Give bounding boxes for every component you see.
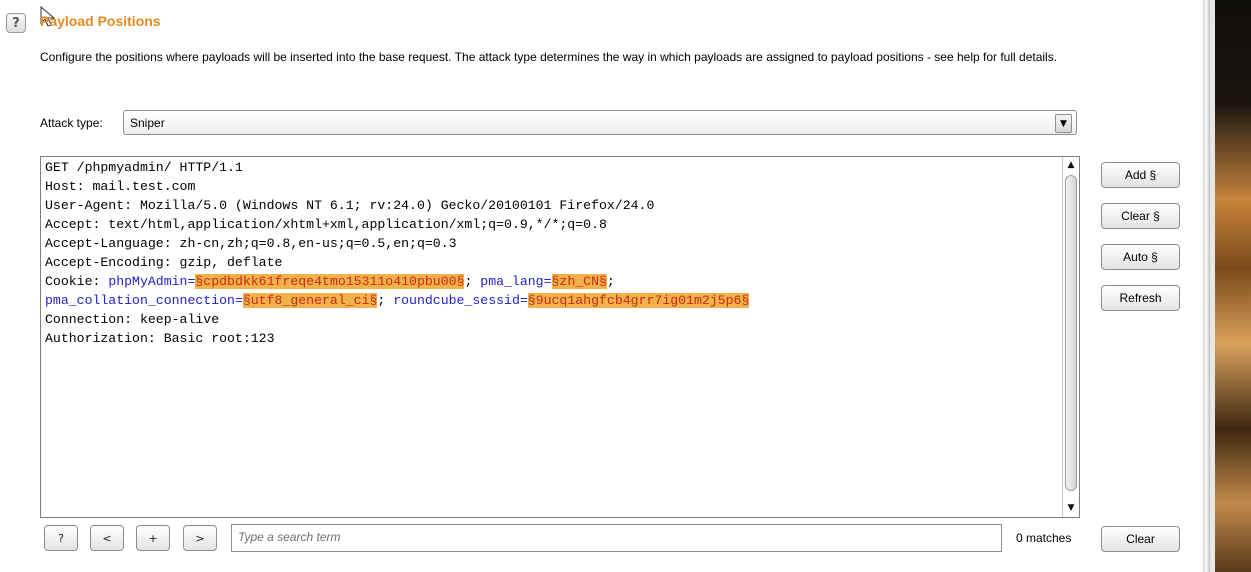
auto-markers-button[interactable]: Auto § <box>1101 244 1180 270</box>
accept-header: Accept: text/html,application/xhtml+xml,… <box>45 217 607 232</box>
connection-header: Connection: keep-alive <box>45 312 220 327</box>
search-next-button[interactable]: > <box>183 525 217 551</box>
search-add-button[interactable]: + <box>136 525 170 551</box>
search-help-button[interactable]: ? <box>44 525 78 551</box>
accept-encoding-header: Accept-Encoding: gzip, deflate <box>45 255 283 270</box>
scroll-down-icon[interactable]: ▼ <box>1064 501 1078 515</box>
desktop-background-image <box>1215 0 1251 572</box>
host-header: Host: mail.test.com <box>45 179 196 194</box>
clear-markers-button[interactable]: Clear § <box>1101 203 1180 229</box>
attack-type-value: Sniper <box>130 116 165 130</box>
help-button[interactable]: ? <box>6 13 26 33</box>
payload-marker[interactable]: §9ucq1ahgfcb4grr7ig01m2j5p6§ <box>527 293 750 308</box>
scroll-up-icon[interactable]: ▲ <box>1064 158 1078 172</box>
attack-type-select[interactable]: Sniper ▼ <box>123 110 1077 135</box>
search-previous-button[interactable]: < <box>90 525 124 551</box>
request-text[interactable]: GET /phpmyadmin/ HTTP/1.1 Host: mail.tes… <box>45 158 750 348</box>
scrollbar-thumb[interactable] <box>1065 175 1077 491</box>
search-input[interactable] <box>232 525 988 549</box>
editor-scrollbar[interactable]: ▲ ▼ <box>1062 157 1079 517</box>
cookie-name: phpMyAdmin <box>108 274 188 289</box>
payload-marker[interactable]: §zh_CN§ <box>551 274 607 289</box>
search-clear-button[interactable]: Clear <box>1101 526 1180 552</box>
attack-type-label: Attack type: <box>40 116 103 130</box>
section-description: Configure the positions where payloads w… <box>40 50 1058 64</box>
add-marker-button[interactable]: Add § <box>1101 162 1180 188</box>
accept-language-header: Accept-Language: zh-cn,zh;q=0.8,en-us;q=… <box>45 236 457 251</box>
cookie-name: pma_lang <box>480 274 544 289</box>
dropdown-arrow-icon: ▼ <box>1055 114 1072 133</box>
section-title: Payload Positions <box>40 13 161 29</box>
request-editor[interactable]: GET /phpmyadmin/ HTTP/1.1 Host: mail.tes… <box>40 156 1080 518</box>
payload-marker[interactable]: §cpdbdkk61freqe4tmo15311o410pbu00§ <box>195 274 465 289</box>
match-count: 0 matches <box>1016 531 1072 545</box>
request-line: GET /phpmyadmin/ HTTP/1.1 <box>45 160 243 175</box>
cookie-name: pma_collation_connection <box>45 293 235 308</box>
payload-marker[interactable]: §utf8_general_ci§ <box>242 293 378 308</box>
search-box[interactable] <box>231 524 1002 552</box>
authorization-header: Authorization: Basic root:123 <box>45 331 275 346</box>
cookie-header-label: Cookie: <box>45 274 109 289</box>
cookie-name: roundcube_sessid <box>393 293 520 308</box>
refresh-button[interactable]: Refresh <box>1101 285 1180 311</box>
user-agent-header: User-Agent: Mozilla/5.0 (Windows NT 6.1;… <box>45 198 655 213</box>
